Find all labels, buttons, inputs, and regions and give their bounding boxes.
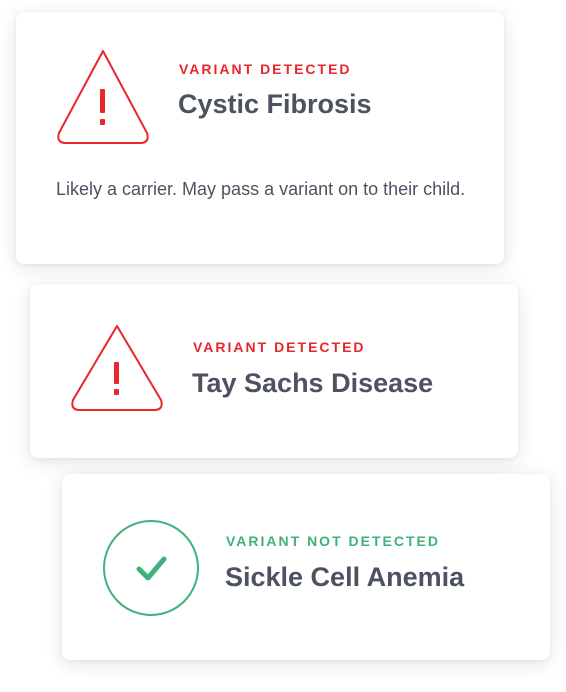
check-circle-icon bbox=[103, 520, 199, 616]
warning-triangle-icon bbox=[57, 50, 149, 144]
variant-status: VARIANT DETECTED bbox=[179, 61, 352, 77]
condition-title: Tay Sachs Disease bbox=[192, 368, 434, 398]
condition-title: Cystic Fibrosis bbox=[178, 89, 372, 119]
condition-title: Sickle Cell Anemia bbox=[225, 562, 465, 592]
result-card-tay-sachs[interactable]: VARIANT DETECTED Tay Sachs Disease bbox=[30, 284, 518, 458]
result-card-sickle-cell[interactable]: VARIANT NOT DETECTED Sickle Cell Anemia bbox=[62, 474, 550, 660]
result-description: Likely a carrier. May pass a variant on … bbox=[56, 179, 466, 199]
warning-triangle-icon bbox=[71, 325, 163, 411]
variant-status: VARIANT NOT DETECTED bbox=[226, 533, 440, 549]
variant-status: VARIANT DETECTED bbox=[193, 339, 366, 355]
result-card-cystic-fibrosis[interactable]: VARIANT DETECTED Cystic Fibrosis Likely … bbox=[16, 12, 504, 264]
